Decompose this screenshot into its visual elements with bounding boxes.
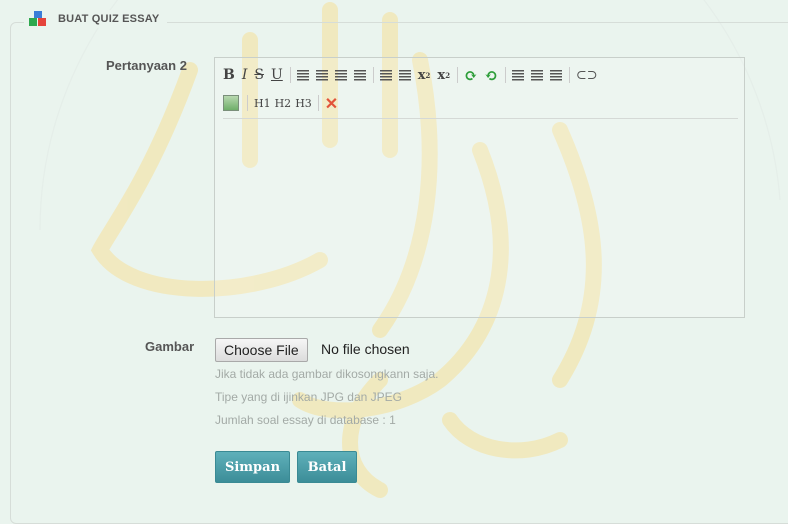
superscript-button[interactable]: x2 (437, 68, 450, 83)
heading2-button[interactable]: H2 (275, 97, 292, 110)
toolbar-divider (372, 67, 374, 83)
remove-format-icon[interactable]: ✕ (325, 94, 338, 113)
section-title: BUAT QUIZ ESSAY (58, 13, 160, 25)
heading3-button[interactable]: H3 (295, 97, 312, 110)
choose-file-button[interactable]: Choose File (215, 338, 308, 362)
unordered-list-icon[interactable] (530, 69, 543, 81)
toolbar-divider (504, 67, 506, 83)
editor-toolbar-row-1: B I S U x2 x2 ⟳ ⟲ ⊂⊃ (223, 65, 605, 85)
outdent-icon[interactable] (379, 69, 392, 81)
heading1-button[interactable]: H1 (254, 97, 271, 110)
save-button[interactable]: Simpan (215, 451, 290, 483)
cancel-button[interactable]: Batal (297, 451, 357, 483)
image-label: Gambar (145, 339, 195, 354)
align-right-icon[interactable] (334, 69, 347, 81)
blocks-icon (28, 10, 48, 28)
question-label: Pertanyaan 2 (106, 58, 187, 73)
subscript-button[interactable]: x2 (418, 68, 431, 83)
hint-empty-image: Jika tidak ada gambar dikosongkann saja. (215, 367, 439, 381)
redo-icon[interactable]: ⟳ (464, 66, 477, 85)
hint-essay-count: Jumlah soal essay di database : 1 (215, 413, 396, 427)
toolbar-divider (289, 67, 291, 83)
horizontal-rule-icon[interactable] (549, 69, 562, 81)
toolbar-separator-line (223, 118, 738, 119)
indent-icon[interactable] (398, 69, 411, 81)
editor-toolbar-row-2: H1 H2 H3 ✕ (223, 93, 345, 113)
ordered-list-icon[interactable] (511, 69, 524, 81)
bold-button[interactable]: B (223, 67, 235, 83)
link-icon[interactable]: ⊂⊃ (576, 68, 598, 83)
toolbar-divider (568, 67, 570, 83)
superscript-label: x (437, 67, 446, 83)
subscript-label: x (417, 67, 426, 83)
align-center-icon[interactable] (315, 69, 328, 81)
align-left-icon[interactable] (296, 69, 309, 81)
underline-button[interactable]: U (271, 67, 283, 83)
image-icon[interactable] (223, 95, 239, 111)
file-status-text: No file chosen (321, 341, 410, 357)
rich-text-editor[interactable]: B I S U x2 x2 ⟳ ⟲ ⊂⊃ H1 H2 H3 ✕ (214, 57, 745, 318)
toolbar-divider (457, 67, 459, 83)
undo-icon[interactable]: ⟲ (484, 66, 497, 85)
toolbar-divider (247, 95, 248, 111)
align-justify-icon[interactable] (353, 69, 366, 81)
strikethrough-button[interactable]: S (254, 67, 264, 83)
hint-allowed-types: Tipe yang di ijinkan JPG dan JPEG (215, 390, 402, 404)
italic-button[interactable]: I (242, 67, 248, 83)
toolbar-divider (317, 95, 319, 111)
section-header: BUAT QUIZ ESSAY (24, 10, 168, 28)
